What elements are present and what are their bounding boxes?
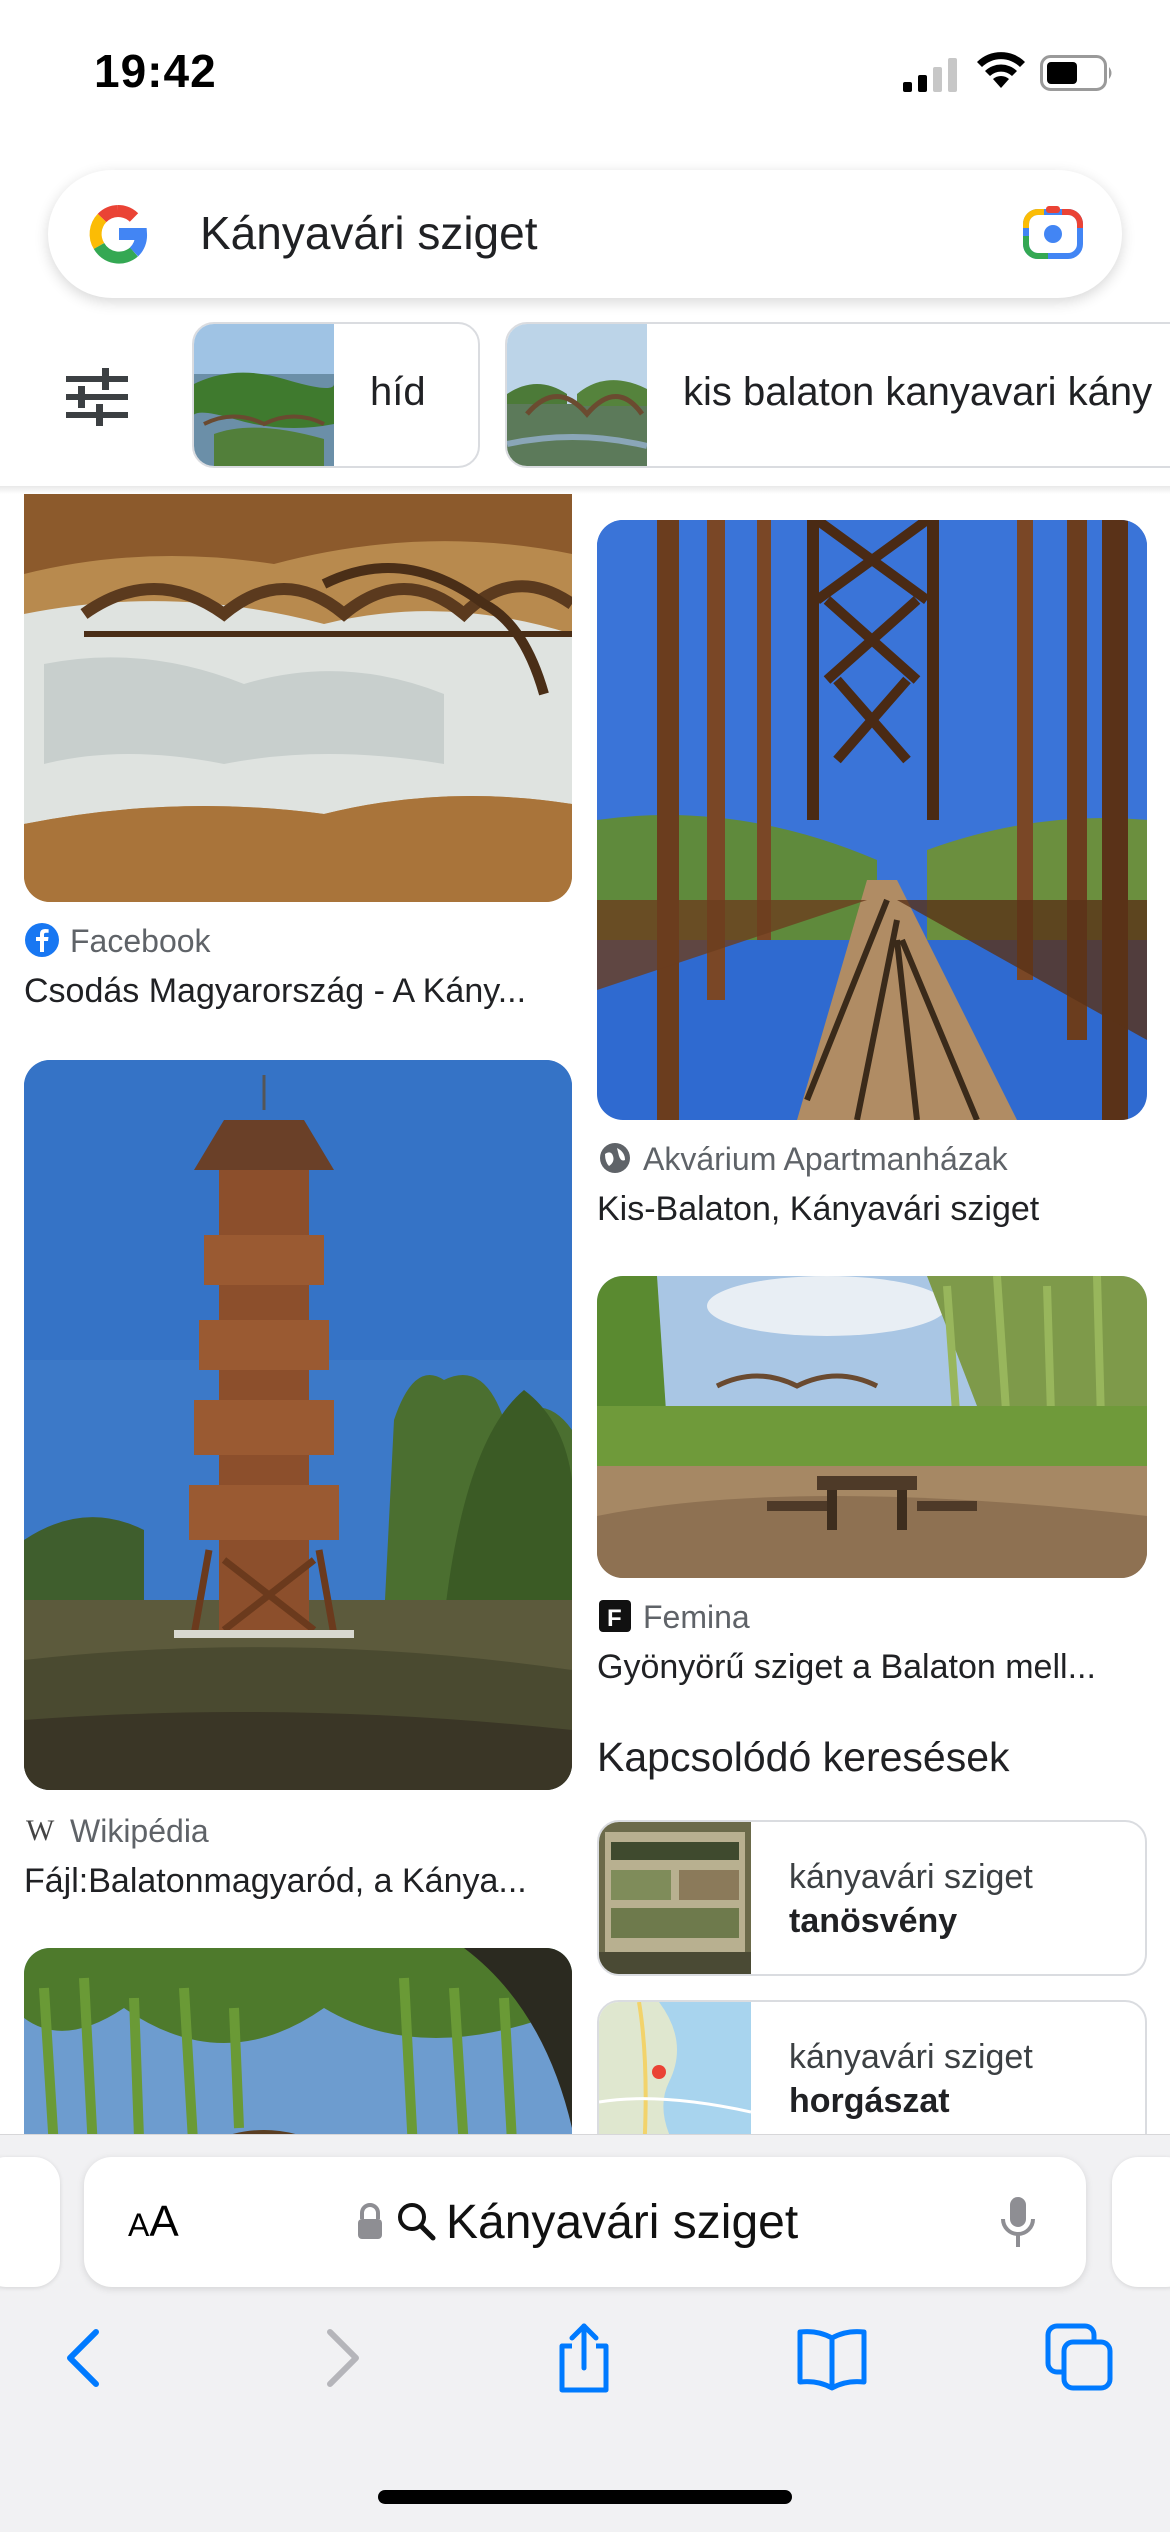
- result-image-willow[interactable]: [24, 1948, 572, 2134]
- svg-text:W: W: [26, 1814, 55, 1847]
- tabs-icon[interactable]: [1042, 2320, 1118, 2396]
- globe-icon: [600, 1143, 630, 1173]
- related-map-thumbnail: [599, 2002, 751, 2134]
- result-title[interactable]: Gyönyörű sziget a Balaton mell...: [597, 1648, 1096, 1687]
- forward-chevron-icon[interactable]: [302, 2320, 378, 2396]
- filter-sliders-icon[interactable]: [62, 362, 132, 432]
- address-text[interactable]: Kányavári sziget: [446, 2195, 798, 2250]
- cellular-signal-icon: [903, 58, 957, 92]
- search-icon: [398, 2203, 436, 2241]
- result-source-name: Femina: [643, 1599, 750, 1635]
- wikipedia-icon: W: [26, 1814, 55, 1847]
- search-chip-row: híd kis balaton kanyavari kány: [0, 322, 1170, 472]
- wifi-icon: [977, 52, 1025, 88]
- result-source-name: Akvárium Apartmanházak: [643, 1141, 1008, 1177]
- address-bar[interactable]: AA Kányavári sziget: [84, 2157, 1086, 2287]
- bookmarks-book-icon[interactable]: [794, 2320, 870, 2396]
- related-line1: kányavári sziget: [789, 2038, 1033, 2076]
- result-title[interactable]: Csodás Magyarország - A Kány...: [24, 972, 526, 1011]
- bridge-walkway-photo: [597, 520, 1147, 1120]
- status-time: 19:42: [94, 45, 217, 97]
- related-line2: tanösvény: [789, 1902, 958, 1940]
- google-logo-icon: [89, 205, 147, 264]
- microphone-icon[interactable]: [998, 2195, 1038, 2251]
- home-indicator[interactable]: [378, 2490, 792, 2504]
- svg-text:F: F: [607, 1605, 622, 1632]
- google-search-bar[interactable]: Kányavári sziget: [48, 170, 1122, 298]
- back-chevron-icon[interactable]: [48, 2320, 124, 2396]
- result-source[interactable]: Facebook: [24, 922, 211, 960]
- result-source[interactable]: W Wikipédia: [24, 1812, 209, 1850]
- related-line2: horgászat: [789, 2082, 950, 2120]
- result-source-name: Wikipédia: [70, 1813, 209, 1849]
- share-icon[interactable]: [546, 2320, 622, 2396]
- related-line1: kányavári sziget: [789, 1858, 1033, 1896]
- search-query[interactable]: Kányavári sziget: [200, 206, 538, 260]
- google-lens-icon[interactable]: [1022, 202, 1084, 264]
- result-source-name: Facebook: [70, 923, 211, 959]
- femina-icon: F: [599, 1600, 631, 1632]
- result-title[interactable]: Fájl:Balatonmagyaród, a Kánya...: [24, 1862, 527, 1901]
- chip-label: híd: [370, 370, 426, 414]
- next-tab-preview[interactable]: [1112, 2157, 1170, 2287]
- result-image-picnic[interactable]: [597, 1276, 1147, 1578]
- related-search-item[interactable]: kányavári sziget tanösvény: [597, 1820, 1147, 1976]
- related-search-item[interactable]: kányavári sziget horgászat: [597, 2000, 1147, 2134]
- text-size-button[interactable]: AA: [128, 2197, 179, 2247]
- status-bar: 19:42: [0, 0, 1170, 140]
- header-divider: [0, 486, 1170, 494]
- result-image-foggy-bridge[interactable]: [24, 494, 572, 902]
- previous-tab-preview[interactable]: [0, 2157, 60, 2287]
- image-results: Facebook Csodás Magyarország - A Kány...…: [0, 494, 1170, 2134]
- picnic-photo: [597, 1276, 1147, 1578]
- related-searches-title: Kapcsolódó keresések: [597, 1734, 1010, 1780]
- chip-label: kis balaton kanyavari kány: [683, 370, 1153, 414]
- facebook-icon: [25, 923, 59, 957]
- willow-photo: [24, 1948, 572, 2134]
- lookout-tower-photo: [24, 1060, 572, 1790]
- battery-icon: [1040, 55, 1112, 91]
- result-image-tower[interactable]: [24, 1060, 572, 1790]
- chip-hid[interactable]: híd: [192, 322, 480, 468]
- related-thumbnail-image: [599, 1822, 751, 1974]
- result-source[interactable]: F Femina: [597, 1598, 750, 1636]
- foggy-bridge-photo: [24, 494, 572, 902]
- result-image-bridge-walkway[interactable]: [597, 520, 1147, 1120]
- chip-thumbnail-image: [507, 324, 647, 466]
- chip-kis-balaton[interactable]: kis balaton kanyavari kány: [505, 322, 1170, 468]
- lock-icon: [358, 2203, 382, 2239]
- result-title[interactable]: Kis-Balaton, Kányavári sziget: [597, 1190, 1039, 1229]
- chip-thumbnail-image: [194, 324, 334, 466]
- result-source[interactable]: Akvárium Apartmanházak: [597, 1140, 1008, 1178]
